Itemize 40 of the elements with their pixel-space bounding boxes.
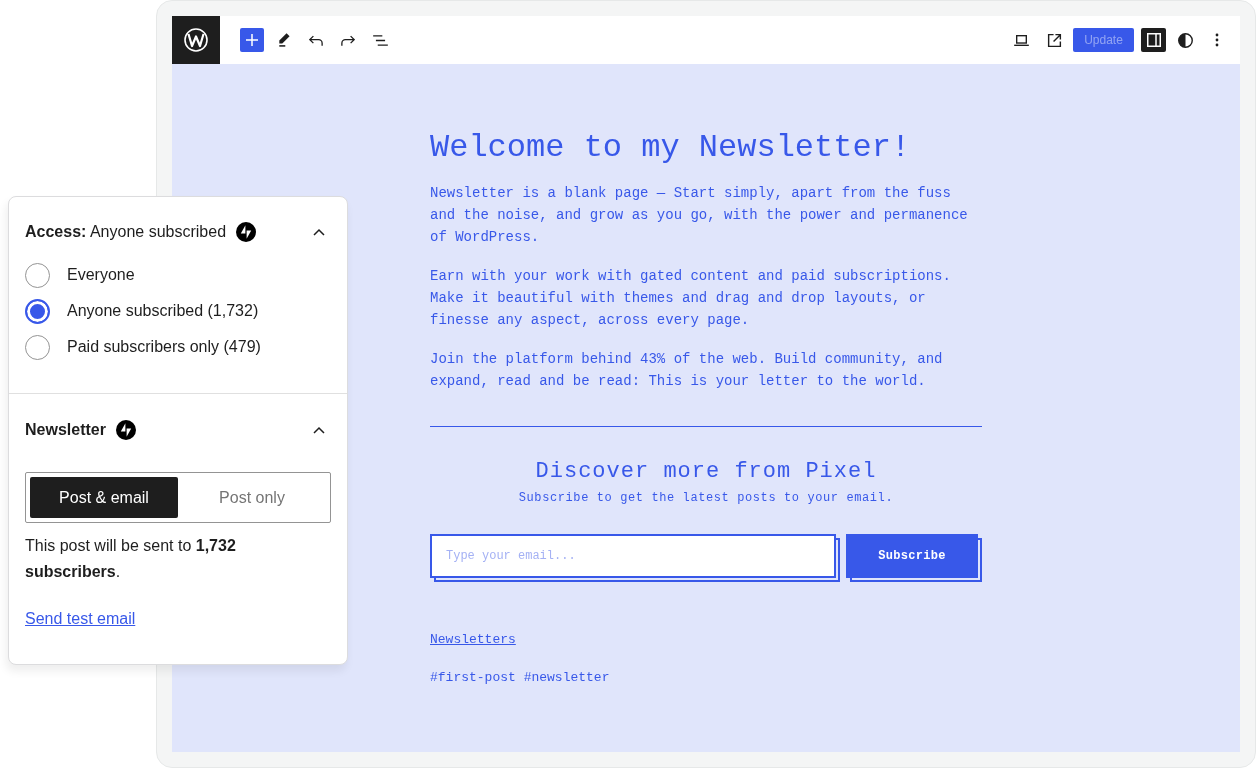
radio-button[interactable] [25, 298, 50, 324]
segment-button[interactable]: Post & email [30, 477, 178, 518]
recipients-note: This post will be sent to 1,732 subscribers. [25, 536, 237, 582]
body-paragraph: Newsletter is a blank page — Start simply, apart from the fuss and the noise, and grow as you go, with the power and permanence of WordPress. [430, 184, 969, 247]
section-title: Newsletter [25, 420, 106, 440]
more-options-icon[interactable] [1215, 33, 1219, 47]
sidebar-icon [1146, 33, 1161, 47]
radio-button[interactable] [25, 334, 50, 360]
section-title: Access: Anyone subscribed [25, 222, 227, 242]
option-label[interactable]: Anyone subscribed (1,732) [67, 299, 259, 323]
add-button[interactable] [240, 28, 264, 52]
tag-link[interactable]: #first-post [430, 669, 516, 687]
radio-button[interactable] [25, 262, 50, 288]
bolt-icon [115, 420, 136, 440]
external-link-icon[interactable] [1046, 32, 1062, 48]
body-paragraph: Earn with your work with gated content and paid subscriptions. Make it beautiful with themes and drag and drop layouts, or finesse any aspect, across every page. [430, 267, 952, 330]
subscribe-subtitle: Subscribe to get the latest posts to your email. [517, 490, 895, 506]
sidebar-toggle-button[interactable] [1141, 28, 1166, 52]
subscribe-button[interactable]: Subscribe [846, 534, 982, 582]
tag-link[interactable]: #newsletter [523, 669, 610, 687]
post-title: Welcome to my Newsletter! [430, 128, 912, 168]
send-test-link[interactable]: Send test email [25, 610, 136, 627]
chevron-up-icon[interactable] [313, 228, 325, 236]
segment-button[interactable]: Post only [178, 477, 326, 518]
logo-icon[interactable] [172, 16, 220, 64]
list-view-icon[interactable] [372, 34, 388, 46]
subscribe-heading: Discover more from Pixel [534, 458, 878, 486]
plus-icon [246, 34, 258, 46]
body-paragraph: Join the platform behind 43% of the web. Build community, and expand, read and be read: This is your letter to the world. [430, 350, 944, 391]
option-label[interactable]: Paid subscribers only (479) [67, 335, 261, 359]
undo-icon[interactable] [309, 34, 323, 46]
laptop-icon[interactable] [1013, 34, 1029, 46]
pencil-icon[interactable] [278, 33, 290, 47]
redo-icon[interactable] [341, 34, 355, 46]
chevron-up-icon[interactable] [313, 426, 325, 434]
email-field[interactable]: Type your email... [430, 534, 840, 582]
category-link[interactable]: Newsletters [430, 632, 516, 647]
bolt-icon [236, 222, 257, 242]
option-label[interactable]: Everyone [67, 263, 135, 287]
contrast-icon[interactable] [1177, 32, 1193, 48]
